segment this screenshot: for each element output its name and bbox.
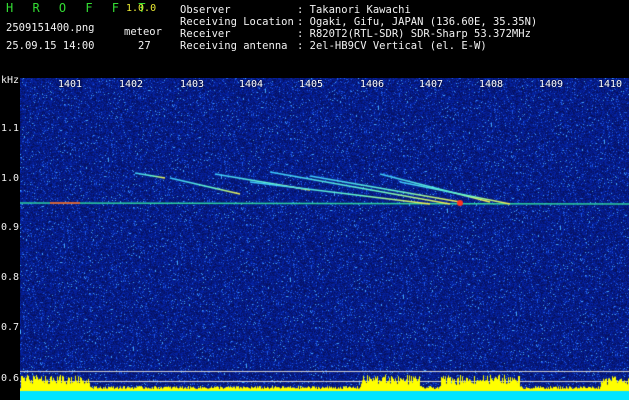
x-tick-1409: 1409 — [539, 79, 564, 90]
frequency-axis: kHz 1.1 1.0 0.9 0.8 0.7 0.6 — [0, 72, 20, 400]
x-tick-1403: 1403 — [180, 79, 205, 90]
y-tick-0-8: 0.8 — [1, 272, 20, 283]
x-tick-1408: 1408 — [479, 79, 504, 90]
y-tick-1-0: 1.0 — [1, 173, 20, 184]
spectrogram-canvas — [20, 78, 629, 400]
antenna-value: : 2el-HB9CV Vertical (el. E-W) — [297, 40, 487, 52]
header-panel: H R O F F T 1.0.0 2509151400.png 25.09.1… — [0, 0, 629, 72]
app-version: 1.0.0 — [126, 3, 157, 14]
location-label: Receiving Location — [180, 16, 294, 28]
antenna-label: Receiving antenna — [180, 40, 288, 52]
y-tick-0-6: 0.6 — [1, 373, 20, 384]
x-tick-1404: 1404 — [239, 79, 264, 90]
y-tick-0-9: 0.9 — [1, 222, 20, 233]
meteor-label: meteor — [124, 26, 162, 38]
observer-value: : Takanori Kawachi — [297, 4, 411, 16]
image-filename: 2509151400.png — [6, 22, 95, 34]
observation-datetime: 25.09.15 14:00 — [6, 40, 95, 52]
x-tick-1410: 1410 — [598, 79, 623, 90]
x-tick-1402: 1402 — [119, 79, 144, 90]
frequency-unit-label: kHz — [1, 75, 20, 86]
receiver-label: Receiver — [180, 28, 231, 40]
y-tick-1-1: 1.1 — [1, 123, 20, 134]
receiver-value: : R820T2(RTL-SDR) SDR-Sharp 53.372MHz — [297, 28, 531, 40]
location-value: : Ogaki, Gifu, JAPAN (136.60E, 35.35N) — [297, 16, 538, 28]
x-tick-1406: 1406 — [360, 79, 385, 90]
meteor-count: 27 — [138, 40, 151, 52]
x-tick-1407: 1407 — [419, 79, 444, 90]
observer-label: Observer — [180, 4, 231, 16]
x-tick-1401: 1401 — [58, 79, 83, 90]
x-tick-1405: 1405 — [299, 79, 324, 90]
y-tick-0-7: 0.7 — [1, 322, 20, 333]
